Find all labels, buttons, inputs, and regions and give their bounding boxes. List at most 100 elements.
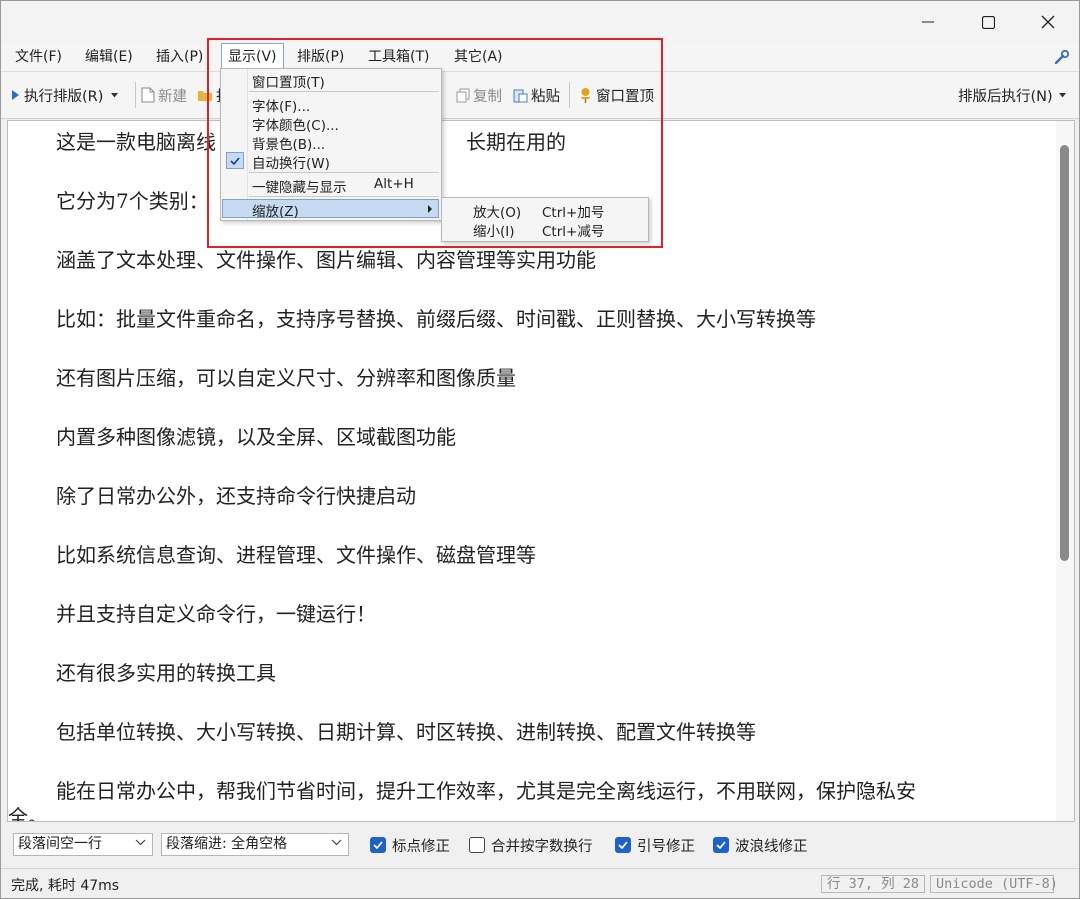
maximize-button[interactable] <box>958 1 1018 43</box>
vertical-scrollbar[interactable] <box>1056 121 1074 821</box>
menu-separator <box>249 91 439 92</box>
editor-line-1-start: 这是一款电脑离线 <box>56 130 216 154</box>
menu-item-zoom[interactable]: 缩放(Z) <box>222 199 439 220</box>
zoom-submenu: 放大(O) Ctrl+加号 缩小(I) Ctrl+减号 <box>441 197 649 242</box>
menu-item-zoom-out-label: 缩小(I) <box>473 224 515 240</box>
after-run-label: 排版后执行(N) <box>958 88 1053 105</box>
status-message: 完成, 耗时 47ms <box>11 878 120 894</box>
folder-icon <box>198 91 212 101</box>
merge-wrap-label: 合并按字数换行 <box>491 838 593 855</box>
encoding-indicator: Unicode (UTF-8) <box>930 875 1058 893</box>
tilde-fix-checkbox[interactable]: 波浪线修正 <box>713 834 808 856</box>
menu-item-toggle-hide-label: 一键隐藏与显示 <box>252 180 347 196</box>
editor-line-13: 全。 <box>8 805 48 822</box>
menu-item-bg-color-label: 背景色(B)... <box>252 137 326 153</box>
run-layout-button[interactable]: 执行排版(R) <box>11 72 121 118</box>
menu-item-zoom-out[interactable]: 缩小(I) Ctrl+减号 <box>442 220 648 240</box>
menu-file[interactable]: 文件(F) <box>9 43 68 71</box>
after-run-button[interactable]: 排版后执行(N) <box>958 72 1069 118</box>
checkbox-unchecked-icon <box>469 837 485 853</box>
tilde-fix-label: 波浪线修正 <box>735 838 808 855</box>
paragraph-indent-select[interactable]: 段落缩进: 全角空格 <box>161 833 349 856</box>
minimize-button[interactable] <box>898 1 958 43</box>
menu-other[interactable]: 其它(A) <box>448 43 509 71</box>
menu-item-zoom-in-shortcut: Ctrl+加号 <box>542 205 605 221</box>
chevron-down-icon <box>1058 92 1066 97</box>
copy-icon <box>456 88 470 102</box>
wrench-icon[interactable] <box>1053 48 1071 66</box>
toolbar-divider <box>569 82 570 108</box>
minimize-icon <box>922 21 934 23</box>
topmost-label: 窗口置顶 <box>596 88 654 105</box>
menu-item-zoom-in[interactable]: 放大(O) Ctrl+加号 <box>442 201 648 221</box>
chevron-down-icon <box>135 839 146 846</box>
editor-line-5: 还有图片压缩，可以自定义尺寸、分辨率和图像质量 <box>56 366 516 390</box>
run-layout-label: 执行排版(R) <box>24 88 104 105</box>
quote-fix-checkbox[interactable]: 引号修正 <box>615 834 695 856</box>
play-icon <box>12 90 19 100</box>
new-file-icon <box>141 87 155 103</box>
editor-line-6: 内置多种图像滤镜，以及全屏、区域截图功能 <box>56 425 456 449</box>
chevron-down-icon <box>331 839 342 846</box>
paste-label: 粘贴 <box>531 88 560 105</box>
menu-item-font[interactable]: 字体(F)... <box>222 94 439 115</box>
editor-line-11: 包括单位转换、大小写转换、日期计算、时区转换、进制转换、配置文件转换等 <box>56 720 756 744</box>
menu-separator <box>249 196 439 197</box>
menu-layout[interactable]: 排版(P) <box>291 43 350 71</box>
chevron-down-icon[interactable] <box>111 92 119 98</box>
copy-button[interactable]: 复制 <box>456 72 502 118</box>
menu-item-topmost[interactable]: 窗口置顶(T) <box>222 70 439 91</box>
editor-line-8: 比如系统信息查询、进程管理、文件操作、磁盘管理等 <box>56 543 536 567</box>
punct-fix-checkbox[interactable]: 标点修正 <box>370 834 450 856</box>
menu-item-zoom-out-shortcut: Ctrl+减号 <box>542 224 605 240</box>
editor-line-12: 能在日常办公中，帮我们节省时间，提升工作效率，尤其是完全离线运行，不用联网，保护… <box>56 779 916 803</box>
checkbox-checked-icon <box>370 837 386 853</box>
punct-fix-label: 标点修正 <box>392 838 450 855</box>
menu-item-font-color[interactable]: 字体颜色(C)... <box>222 113 439 134</box>
menu-bar: 文件(F) 编辑(E) 插入(P) 显示(V) 排版(P) 工具箱(T) 其它(… <box>1 43 1079 72</box>
checkmark-icon <box>226 152 244 169</box>
menu-item-word-wrap[interactable]: 自动换行(W) <box>222 151 439 172</box>
new-button[interactable]: 新建 <box>141 72 187 118</box>
scrollbar-thumb[interactable] <box>1060 145 1069 561</box>
merge-wrap-checkbox[interactable]: 合并按字数换行 <box>469 834 593 856</box>
toolbar: 执行排版(R) 新建 打 切 复制 粘贴 窗口置顶 排版后执行(N) <box>1 72 1079 119</box>
menu-item-zoom-label: 缩放(Z) <box>252 204 299 220</box>
menu-toolbox[interactable]: 工具箱(T) <box>362 43 435 71</box>
toolbar-divider <box>135 82 136 108</box>
menu-item-bg-color[interactable]: 背景色(B)... <box>222 132 439 153</box>
menu-item-topmost-label: 窗口置顶(T) <box>252 75 325 91</box>
editor-line-9: 并且支持自定义命令行，一键运行！ <box>56 602 376 626</box>
copy-label: 复制 <box>473 88 502 105</box>
options-bar: 段落间空一行 段落缩进: 全角空格 标点修正 合并按字数换行 引号修正 波浪线修… <box>1 824 1079 866</box>
view-menu-dropdown: 窗口置顶(T) 字体(F)... 字体颜色(C)... 背景色(B)... 自动… <box>220 68 442 221</box>
menu-edit[interactable]: 编辑(E) <box>79 43 139 71</box>
paragraph-spacing-value: 段落间空一行 <box>18 836 102 852</box>
paste-icon <box>513 89 528 102</box>
paragraph-indent-value: 段落缩进: 全角空格 <box>166 836 288 852</box>
menu-item-toggle-hide[interactable]: 一键隐藏与显示 Alt+H <box>222 175 439 196</box>
close-button[interactable] <box>1018 1 1078 43</box>
editor-line-2: 它分为7个类别： <box>56 189 209 213</box>
menu-item-toggle-hide-shortcut: Alt+H <box>374 176 414 192</box>
submenu-arrow-icon <box>428 205 432 213</box>
editor-line-10: 还有很多实用的转换工具 <box>56 661 276 685</box>
menu-item-font-label: 字体(F)... <box>252 99 311 115</box>
close-icon <box>1041 15 1055 29</box>
editor-line-7: 除了日常办公外，还支持命令行快捷启动 <box>56 484 416 508</box>
menu-insert[interactable]: 插入(P) <box>150 43 209 71</box>
menu-item-word-wrap-label: 自动换行(W) <box>252 156 330 172</box>
new-label: 新建 <box>158 88 187 105</box>
cursor-position: 行 37, 列 28 <box>821 875 925 893</box>
editor-line-4: 比如：批量文件重命名，支持序号替换、前缀后缀、时间戳、正则替换、大小写转换等 <box>56 307 816 331</box>
menu-view[interactable]: 显示(V) <box>221 43 284 71</box>
menu-item-font-color-label: 字体颜色(C)... <box>252 118 339 134</box>
editor-line-1-end: 长期在用的 <box>466 130 566 154</box>
paragraph-spacing-select[interactable]: 段落间空一行 <box>13 833 153 856</box>
topmost-button[interactable]: 窗口置顶 <box>578 72 654 118</box>
title-bar <box>1 1 1079 43</box>
editor-line-3: 涵盖了文本处理、文件操作、图片编辑、内容管理等实用功能 <box>56 248 596 272</box>
quote-fix-label: 引号修正 <box>637 838 695 855</box>
status-bar: 完成, 耗时 47ms 行 37, 列 28 Unicode (UTF-8) <box>1 868 1079 898</box>
paste-button[interactable]: 粘贴 <box>513 72 560 118</box>
